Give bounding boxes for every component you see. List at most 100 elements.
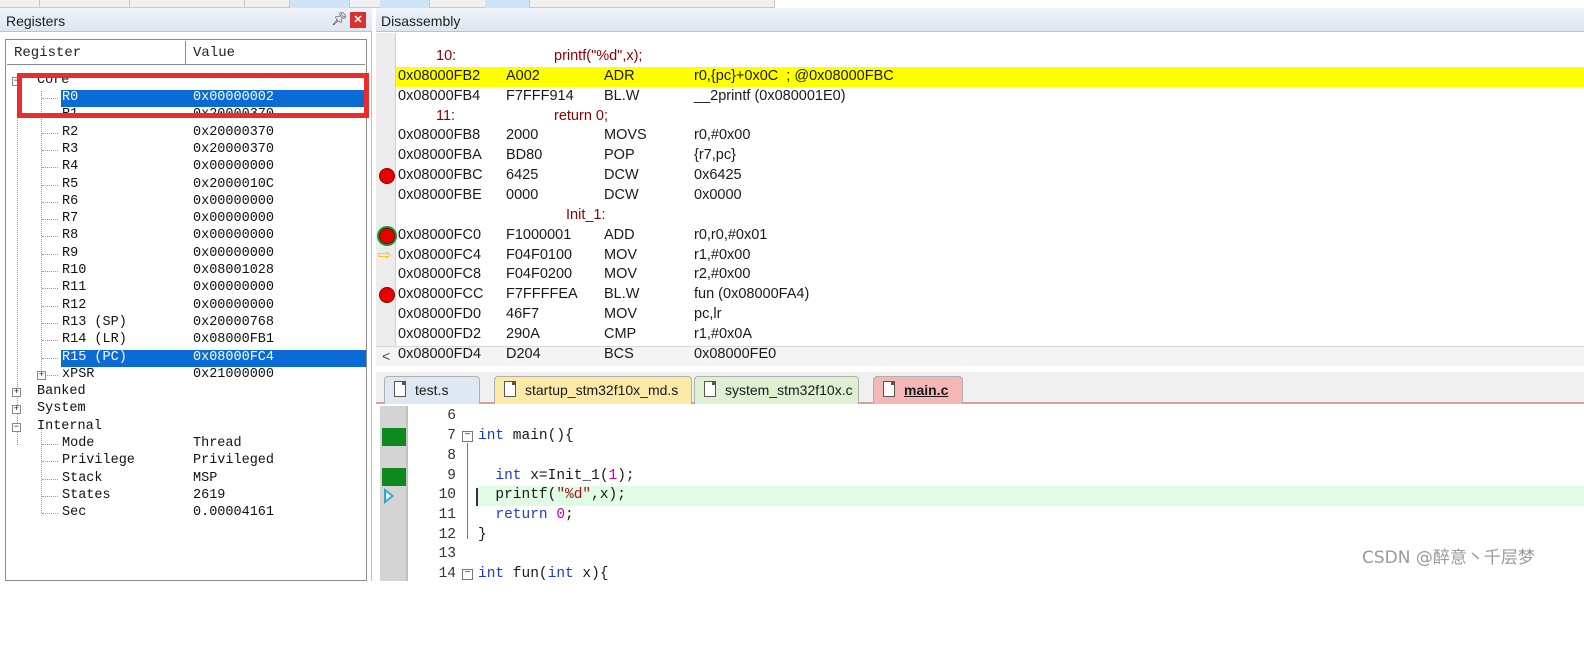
code-line-current[interactable]: 10 printf("%d",x); <box>376 486 1584 506</box>
code-line[interactable]: 14 − int fun(int x){ <box>376 565 1584 585</box>
line-number: 13 <box>438 546 456 562</box>
toolbar-seg[interactable] <box>40 0 130 8</box>
breakpoint-icon[interactable] <box>379 168 395 185</box>
tree-branch <box>42 495 58 497</box>
register-row[interactable]: R15 (PC) 0x08000FC4 <box>6 349 366 367</box>
register-row[interactable]: R14 (LR) 0x08000FB1 <box>6 332 366 349</box>
breakpoint-icon[interactable] <box>379 227 395 244</box>
register-row[interactable]: R2 0x20000370 <box>6 125 366 142</box>
tree-group-system[interactable]: + System <box>6 401 366 418</box>
toolbar-seg[interactable] <box>530 0 775 8</box>
disasm-source-line[interactable]: 11: return 0; <box>396 107 1584 127</box>
internal-name: Stack <box>62 470 103 486</box>
line-number: 14 <box>438 566 456 582</box>
tab-label: main.c <box>904 382 949 398</box>
toolbar-seg[interactable] <box>245 0 290 8</box>
scroll-left-arrow[interactable]: < <box>382 348 390 364</box>
code-line[interactable]: 11 return 0; <box>376 506 1584 526</box>
close-icon[interactable]: ✕ <box>350 12 366 28</box>
register-row[interactable]: R5 0x2000010C <box>6 177 366 194</box>
disasm-line[interactable]: 0x08000FD2 290A CMP r1,#0x0A <box>396 325 1584 345</box>
column-separator[interactable] <box>185 41 186 65</box>
mnemonic: ADD <box>604 226 635 243</box>
code-line[interactable]: 6 <box>376 407 1584 427</box>
disasm-line[interactable]: 0x08000FB4 F7FFF914 BL.W __2printf (0x08000… <box>396 87 1584 107</box>
register-row[interactable]: R13 (SP) 0x20000768 <box>6 315 366 332</box>
opcode: 2000 <box>506 127 539 144</box>
disasm-source-line[interactable]: 10: printf("%d",x); <box>396 47 1584 67</box>
internal-name: Mode <box>62 436 95 451</box>
file-icon <box>394 381 406 397</box>
register-row[interactable]: R7 0x00000000 <box>6 211 366 228</box>
toolbar-seg-active[interactable] <box>290 0 350 8</box>
tab-main-c[interactable]: main.c <box>873 376 963 404</box>
disassembly-panel: Disassembly < 10: printf("%d",x); 0x08000F… <box>376 8 1584 366</box>
column-register[interactable]: Register <box>14 45 81 61</box>
register-tree[interactable]: Register Value − Core R0 0x00000002 R1 0x2000… <box>5 39 367 581</box>
register-row[interactable]: R10 0x08001028 <box>6 263 366 280</box>
register-row[interactable]: + xPSR 0x21000000 <box>6 367 366 384</box>
tab-test-s[interactable]: test.s <box>384 376 480 404</box>
register-row[interactable]: R6 0x00000000 <box>6 194 366 211</box>
tab-label: startup_stm32f10x_md.s <box>525 382 679 398</box>
internal-row[interactable]: Stack MSP <box>6 471 366 488</box>
code-line[interactable]: 9 int x=Init_1(1); <box>376 467 1584 487</box>
internal-row[interactable]: Mode Thread <box>6 436 366 453</box>
registers-title: Registers <box>6 13 66 29</box>
source-line-number: 11: <box>436 107 456 124</box>
address: 0x08000FBA <box>398 147 482 164</box>
tree-group-banked[interactable]: + Banked <box>6 384 366 401</box>
disasm-line[interactable]: 0x08000FBA BD80 POP {r7,pc} <box>396 146 1584 166</box>
disasm-line[interactable]: 0x08000FC0 F1000001 ADD r0,r0,#0x01 <box>396 226 1584 246</box>
address: 0x08000FBE <box>398 186 482 203</box>
register-value: 0x08000FB1 <box>193 332 275 348</box>
disasm-line[interactable]: 0x08000FB2 A002 ADR r0,{pc}+0x0C ; @0x08000… <box>396 66 1584 87</box>
tree-group-internal[interactable]: − Internal <box>6 419 366 436</box>
fold-toggle-icon[interactable]: − <box>462 569 473 580</box>
disasm-line[interactable]: 0x08000FC8 F04F0200 MOV r2,#0x00 <box>396 265 1584 285</box>
internal-row[interactable]: Privilege Privileged <box>6 453 366 470</box>
code-text: return 0; <box>495 507 574 523</box>
opcode: F7FFF914 <box>506 87 574 104</box>
register-row[interactable]: R12 0x00000000 <box>6 298 366 315</box>
toolbar-seg[interactable] <box>0 0 40 8</box>
register-row[interactable]: R11 0x00000000 <box>6 280 366 297</box>
toolbar-seg-active[interactable] <box>485 0 530 8</box>
disasm-line[interactable]: 0x08000FBE 0000 DCW 0x0000 <box>396 186 1584 206</box>
fold-toggle-icon[interactable]: − <box>462 431 473 442</box>
address: 0x08000FB2 <box>398 67 481 84</box>
register-row[interactable]: R9 0x00000000 <box>6 246 366 263</box>
internal-row[interactable]: States 2619 <box>6 488 366 505</box>
expand-banked-icon[interactable]: + <box>12 388 21 398</box>
register-row[interactable]: R4 0x00000000 <box>6 159 366 176</box>
disasm-line[interactable]: 0x08000FD0 46F7 MOV pc,lr <box>396 305 1584 325</box>
opcode: BD80 <box>506 147 543 164</box>
disasm-line[interactable]: 0x08000FC4 F04F0100 MOV r1,#0x00 <box>396 246 1584 266</box>
disasm-line[interactable]: 0x08000FBC 6425 DCW 0x6425 <box>396 166 1584 186</box>
toolbar-seg[interactable] <box>130 0 245 8</box>
disasm-label-line[interactable]: Init_1: <box>396 206 1584 226</box>
toolbar-seg-active[interactable] <box>380 0 430 8</box>
column-value[interactable]: Value <box>193 45 235 61</box>
pin-icon[interactable]: 📌︎ <box>331 11 348 27</box>
opcode: 46F7 <box>506 306 540 323</box>
tab-startup[interactable]: startup_stm32f10x_md.s <box>494 376 692 404</box>
disasm-line[interactable]: 0x08000FD4 D204 BCS 0x08000FE0 <box>396 345 1584 365</box>
register-row[interactable]: R3 0x20000370 <box>6 142 366 159</box>
disasm-line[interactable]: 0x08000FB8 2000 MOVS r0,#0x00 <box>396 126 1584 146</box>
mnemonic: BCS <box>604 345 634 362</box>
disasm-line[interactable]: 0x08000FCC F7FFFFEA BL.W fun (0x08000FA4) <box>396 285 1584 305</box>
tree-branch <box>42 253 58 255</box>
address: 0x08000FD0 <box>398 306 482 323</box>
highlight-annotation-box <box>17 73 369 118</box>
code-line[interactable]: 7 − int main(){ <box>376 427 1584 447</box>
expand-system-icon[interactable]: + <box>12 405 21 415</box>
internal-row[interactable]: Sec 0.00004161 <box>6 505 366 522</box>
code-line[interactable]: 8 <box>376 447 1584 467</box>
coverage-marker <box>382 428 406 446</box>
register-row[interactable]: R8 0x00000000 <box>6 228 366 245</box>
tab-system[interactable]: system_stm32f10x.c <box>694 376 859 404</box>
expand-internal-icon[interactable]: − <box>12 422 21 432</box>
register-value: 0x08001028 <box>193 263 275 278</box>
expand-xpsr-icon[interactable]: + <box>37 370 46 380</box>
